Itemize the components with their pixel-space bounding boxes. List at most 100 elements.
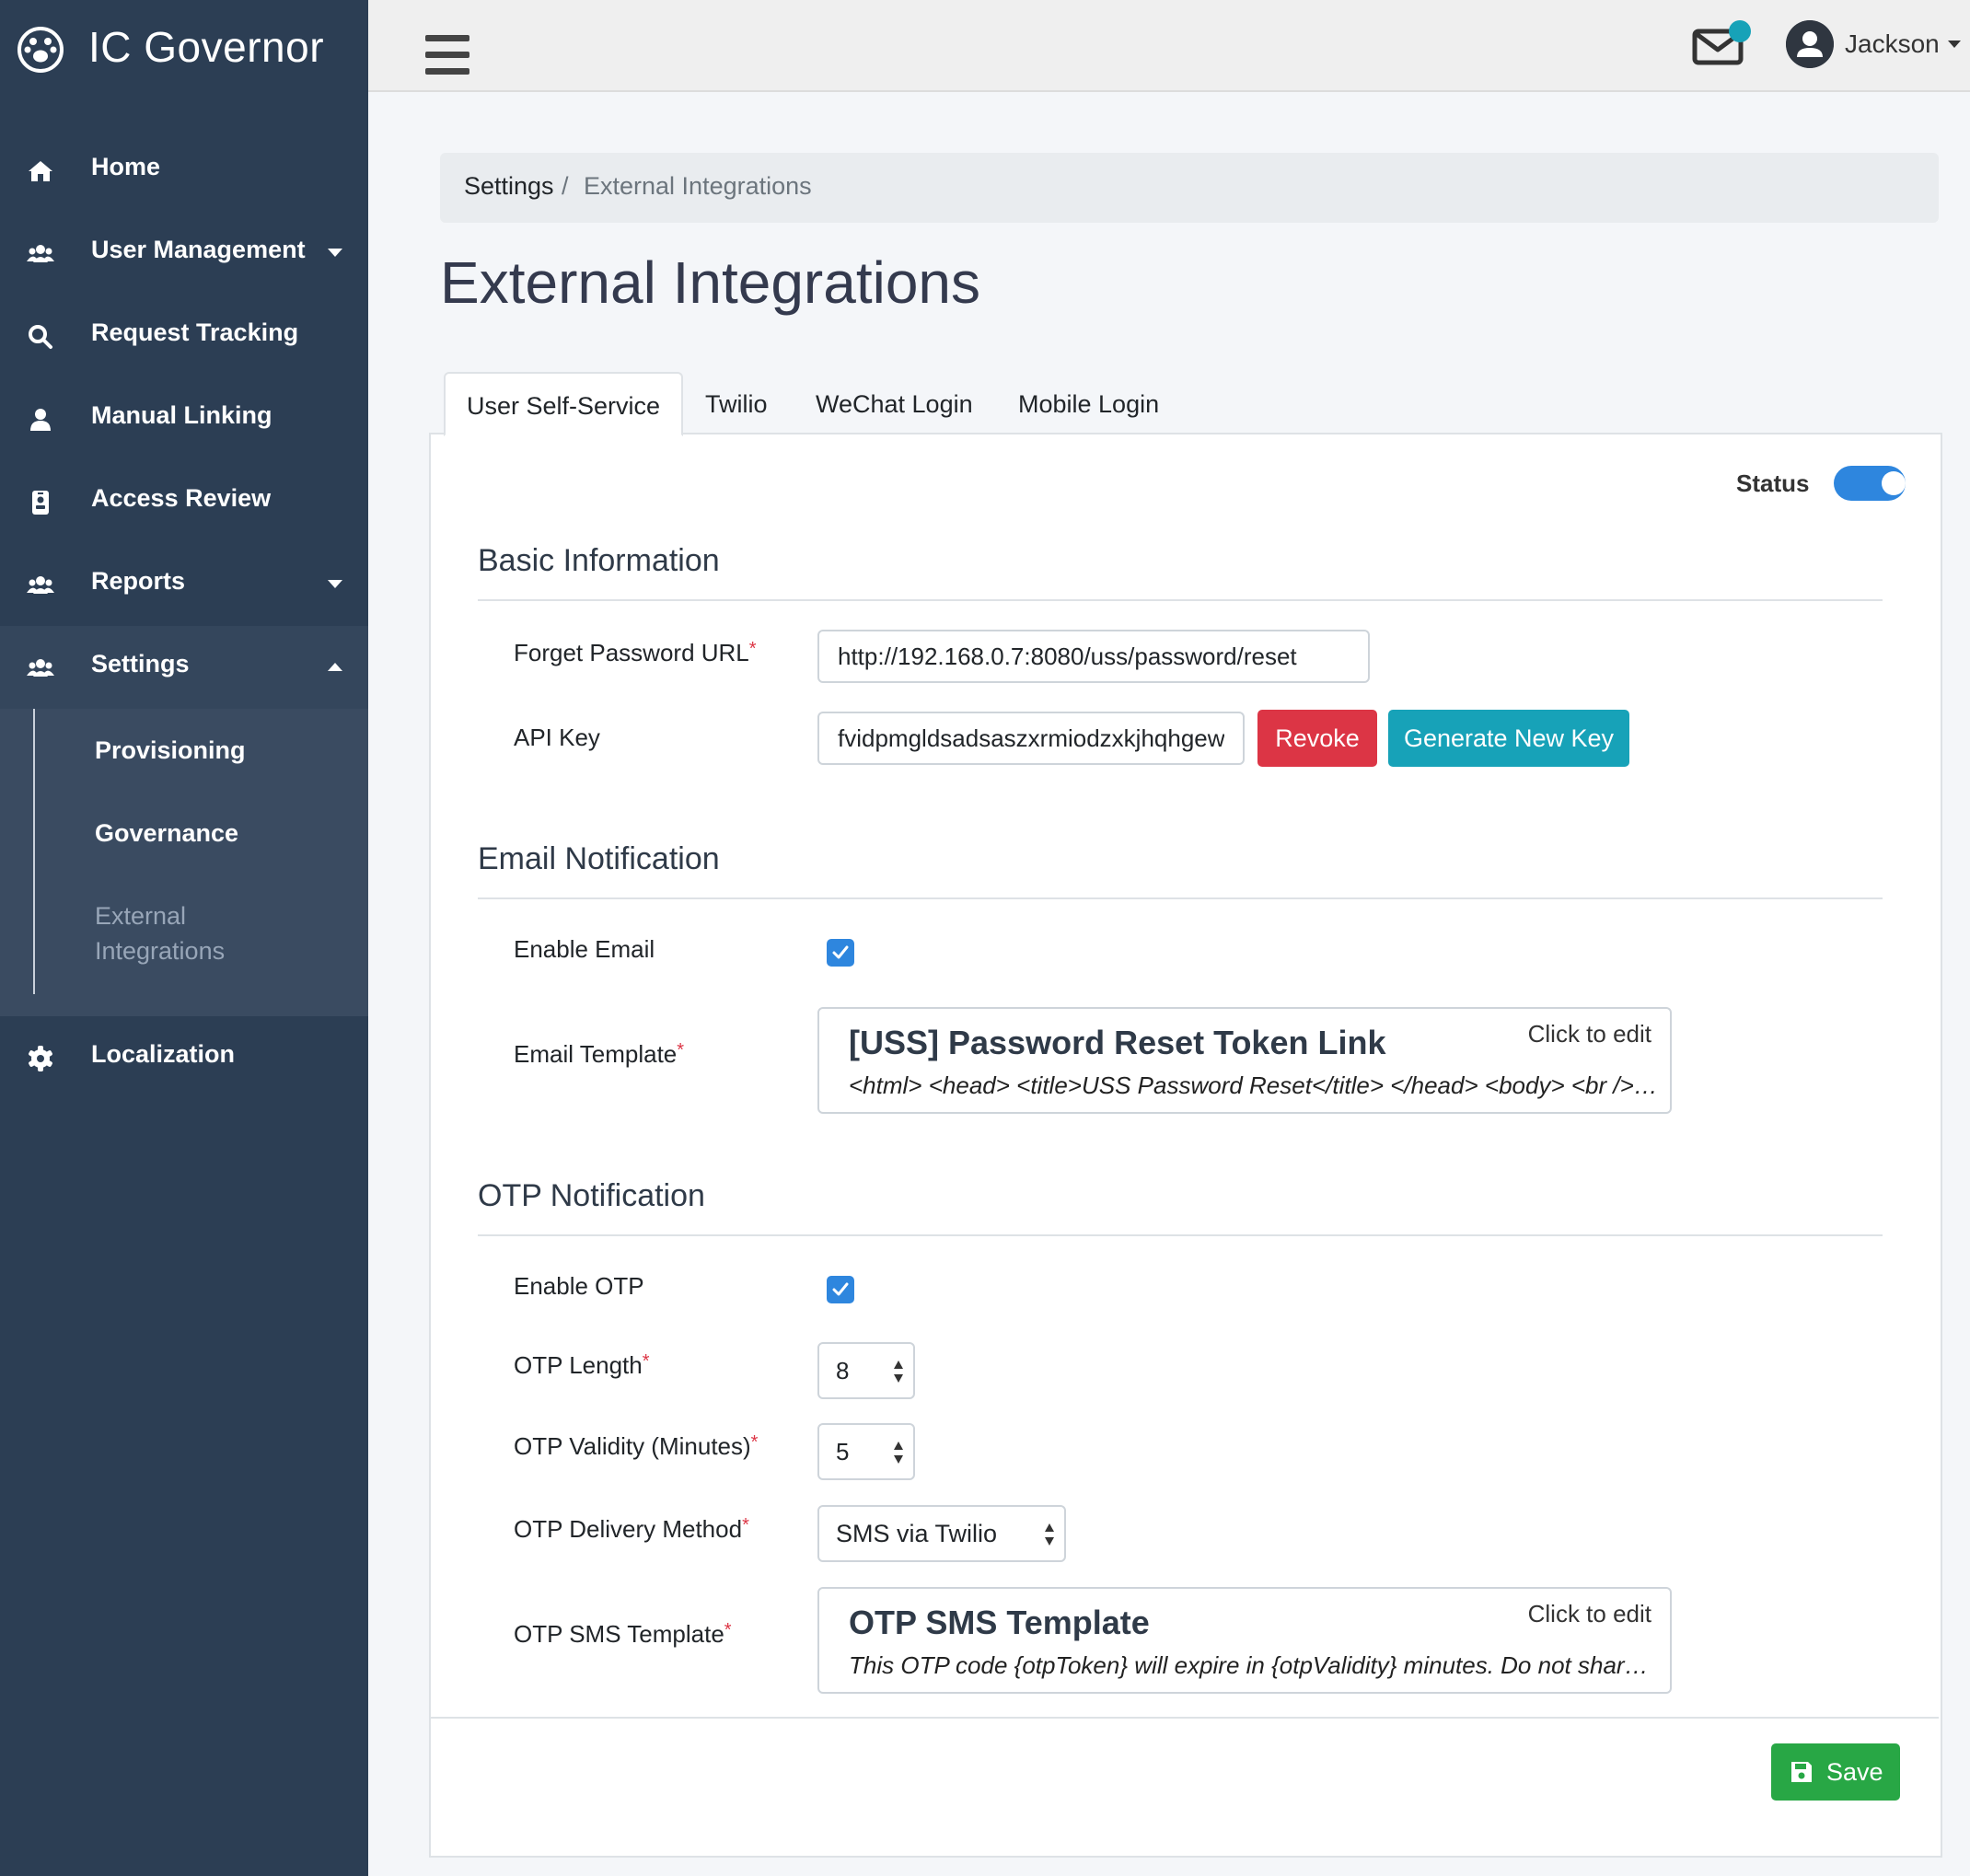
user-avatar-icon[interactable] [1786, 20, 1834, 68]
page-title: External Integrations [440, 249, 980, 316]
required-marker: * [748, 639, 757, 659]
section-title-otp-notification: OTP Notification [478, 1178, 705, 1213]
label-text: OTP Delivery Method [514, 1515, 743, 1543]
label-text: Email Template [514, 1040, 678, 1068]
required-marker: * [642, 1351, 650, 1372]
save-label: Save [1826, 1758, 1883, 1786]
otp-sms-template-label: OTP SMS Template* [514, 1620, 732, 1649]
otp-validity-value: 5 [836, 1438, 850, 1465]
sidebar-item-manual-linking[interactable]: Manual Linking [0, 377, 368, 460]
sidebar-item-settings[interactable]: Settings [0, 626, 368, 709]
submenu-guide-line [33, 709, 35, 994]
click-to-edit-link[interactable]: Click to edit [1528, 1600, 1651, 1628]
tab-wechat-login[interactable]: WeChat Login [816, 372, 973, 433]
save-button[interactable]: Save [1771, 1743, 1900, 1801]
sidebar-item-label: Access Review [91, 484, 272, 512]
notification-dot [1729, 20, 1751, 42]
otp-delivery-method-value: SMS via Twilio [836, 1520, 998, 1547]
sidebar-subitem-governance[interactable]: Governance [95, 816, 238, 851]
label-text: OTP Length [514, 1351, 643, 1379]
sidebar-item-localization[interactable]: Localization [0, 1016, 368, 1099]
otp-delivery-method-select[interactable]: SMS via Twilio [817, 1505, 1066, 1562]
api-key-input[interactable] [817, 712, 1245, 765]
tab-twilio[interactable]: Twilio [705, 372, 768, 433]
section-title-basic-information: Basic Information [478, 543, 720, 578]
label-text: Forget Password URL [514, 639, 749, 666]
sidebar-item-label: Request Tracking [91, 318, 299, 346]
users-icon [27, 659, 54, 677]
id-badge-icon [32, 491, 49, 515]
enable-otp-checkbox[interactable] [827, 1276, 854, 1303]
home-icon [29, 161, 52, 181]
paw-logo-icon [17, 27, 64, 73]
forget-password-url-label: Forget Password URL* [514, 639, 757, 667]
otp-length-value: 8 [836, 1357, 850, 1384]
otp-length-stepper[interactable]: 8 [817, 1342, 915, 1399]
otp-validity-stepper[interactable]: 5 [817, 1423, 915, 1480]
sidebar-item-label: Home [91, 153, 161, 180]
forget-password-url-input[interactable] [817, 630, 1370, 683]
chevron-down-icon [328, 249, 342, 257]
sidebar-item-label: Manual Linking [91, 401, 272, 429]
breadcrumb-current: External Integrations [584, 172, 812, 200]
required-marker: * [750, 1432, 759, 1453]
sidebar-item-label: Localization [91, 1040, 236, 1068]
card-footer-divider [431, 1717, 1939, 1719]
user-name[interactable]: Jackson [1845, 29, 1940, 59]
click-to-edit-link[interactable]: Click to edit [1528, 1020, 1651, 1048]
user-icon [30, 409, 51, 431]
breadcrumb-separator: / [562, 172, 569, 200]
menu-toggle-icon[interactable] [425, 35, 469, 75]
sidebar-item-label: User Management [91, 236, 306, 263]
sidebar-item-user-management[interactable]: User Management [0, 212, 368, 295]
tab-mobile-login[interactable]: Mobile Login [1018, 372, 1159, 433]
chevron-up-icon [328, 663, 342, 671]
divider [478, 1234, 1883, 1236]
enable-email-label: Enable Email [514, 935, 655, 963]
breadcrumb-parent[interactable]: Settings [464, 172, 554, 201]
revoke-button[interactable]: Revoke [1257, 710, 1377, 767]
otp-sms-template-editor[interactable]: OTP SMS Template Click to edit This OTP … [817, 1587, 1672, 1694]
sidebar-subitem-provisioning[interactable]: Provisioning [95, 733, 246, 768]
otp-sms-template-title: OTP SMS Template [849, 1604, 1150, 1641]
users-icon [27, 576, 54, 594]
required-marker: * [677, 1040, 685, 1060]
enable-email-checkbox[interactable] [827, 939, 854, 967]
label-text: OTP Validity (Minutes) [514, 1432, 751, 1460]
email-template-preview: <html> <head> <title>USS Password Reset<… [849, 1071, 1659, 1099]
tab-user-self-service[interactable]: User Self-Service [444, 372, 683, 436]
chevron-down-icon [328, 580, 342, 588]
save-icon [1791, 1762, 1812, 1782]
chevron-down-icon[interactable] [1948, 41, 1961, 48]
spinner-arrows-icon[interactable] [893, 1359, 904, 1384]
required-marker: * [742, 1515, 749, 1535]
required-marker: * [724, 1620, 732, 1640]
sidebar-item-request-tracking[interactable]: Request Tracking [0, 295, 368, 377]
brand-name: IC Governor [88, 23, 325, 71]
search-icon [29, 325, 52, 349]
spinner-arrows-icon[interactable] [893, 1440, 904, 1465]
email-template-label: Email Template* [514, 1040, 684, 1069]
divider [478, 599, 1883, 601]
select-arrows-icon [1045, 1523, 1054, 1546]
sidebar-item-reports[interactable]: Reports [0, 543, 368, 626]
gear-icon [29, 1046, 52, 1071]
section-title-email-notification: Email Notification [478, 841, 720, 876]
check-icon [832, 1282, 849, 1296]
divider [478, 897, 1883, 899]
otp-validity-label: OTP Validity (Minutes)* [514, 1432, 758, 1461]
status-label: Status [1736, 469, 1810, 497]
otp-delivery-method-label: OTP Delivery Method* [514, 1515, 749, 1544]
sidebar-subitem-external-integrations[interactable]: External Integrations [95, 898, 279, 968]
brand[interactable]: IC Governor [0, 0, 368, 96]
sidebar-item-label: Reports [91, 567, 186, 595]
api-key-label: API Key [514, 724, 600, 751]
label-text: OTP SMS Template [514, 1620, 724, 1648]
generate-new-key-button[interactable]: Generate New Key [1388, 710, 1629, 767]
toggle-knob [1882, 471, 1906, 495]
sidebar-item-label: Settings [91, 650, 190, 677]
email-template-editor[interactable]: [USS] Password Reset Token Link Click to… [817, 1007, 1672, 1114]
sidebar-item-home[interactable]: Home [0, 129, 368, 212]
email-template-title: [USS] Password Reset Token Link [849, 1024, 1386, 1061]
sidebar-item-access-review[interactable]: Access Review [0, 460, 368, 543]
